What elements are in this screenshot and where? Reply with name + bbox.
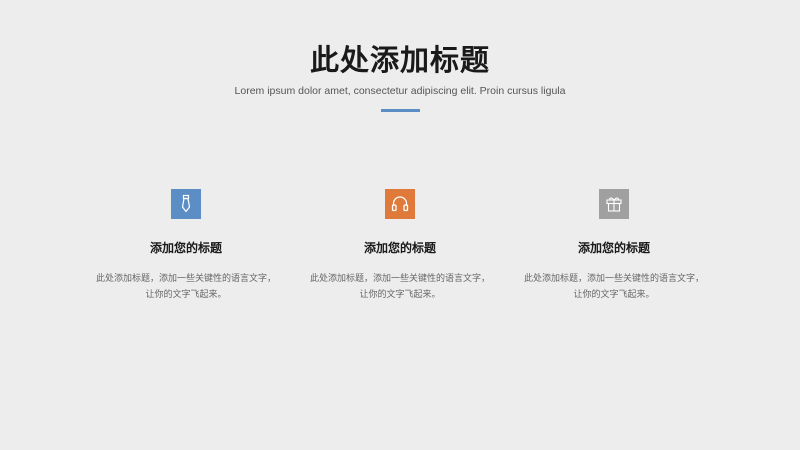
feature-description: 此处添加标题，添加一些关键性的语言文字， 让你的文字飞起来。 <box>293 271 507 303</box>
feature-description-line2: 让你的文字飞起来。 <box>573 290 655 300</box>
title-divider <box>381 109 420 112</box>
feature-description-line2: 让你的文字飞起来。 <box>359 290 441 300</box>
feature-description: 此处添加标题，添加一些关键性的语言文字， 让你的文字飞起来。 <box>507 271 721 303</box>
page-title: 此处添加标题 <box>309 43 490 77</box>
feature-description-line2: 让你的文字飞起来。 <box>145 290 227 300</box>
headphones-icon <box>385 189 415 219</box>
feature-title: 添加您的标题 <box>149 241 222 255</box>
slide: 此处添加标题 Lorem ipsum dolor amet, consectet… <box>0 0 800 450</box>
gift-box-icon <box>599 189 629 219</box>
feature-description-line1: 此处添加标题，添加一些关键性的语言文字， <box>309 274 490 284</box>
feature-title: 添加您的标题 <box>363 241 436 255</box>
feature-description: 此处添加标题，添加一些关键性的语言文字， 让你的文字飞起来。 <box>79 271 293 303</box>
feature-description-line1: 此处添加标题，添加一些关键性的语言文字， <box>95 274 276 284</box>
page-subtitle: Lorem ipsum dolor amet, consectetur adip… <box>234 85 566 97</box>
feature-description-line1: 此处添加标题，添加一些关键性的语言文字， <box>523 274 704 284</box>
necktie-icon <box>171 189 201 219</box>
feature-title: 添加您的标题 <box>577 241 650 255</box>
